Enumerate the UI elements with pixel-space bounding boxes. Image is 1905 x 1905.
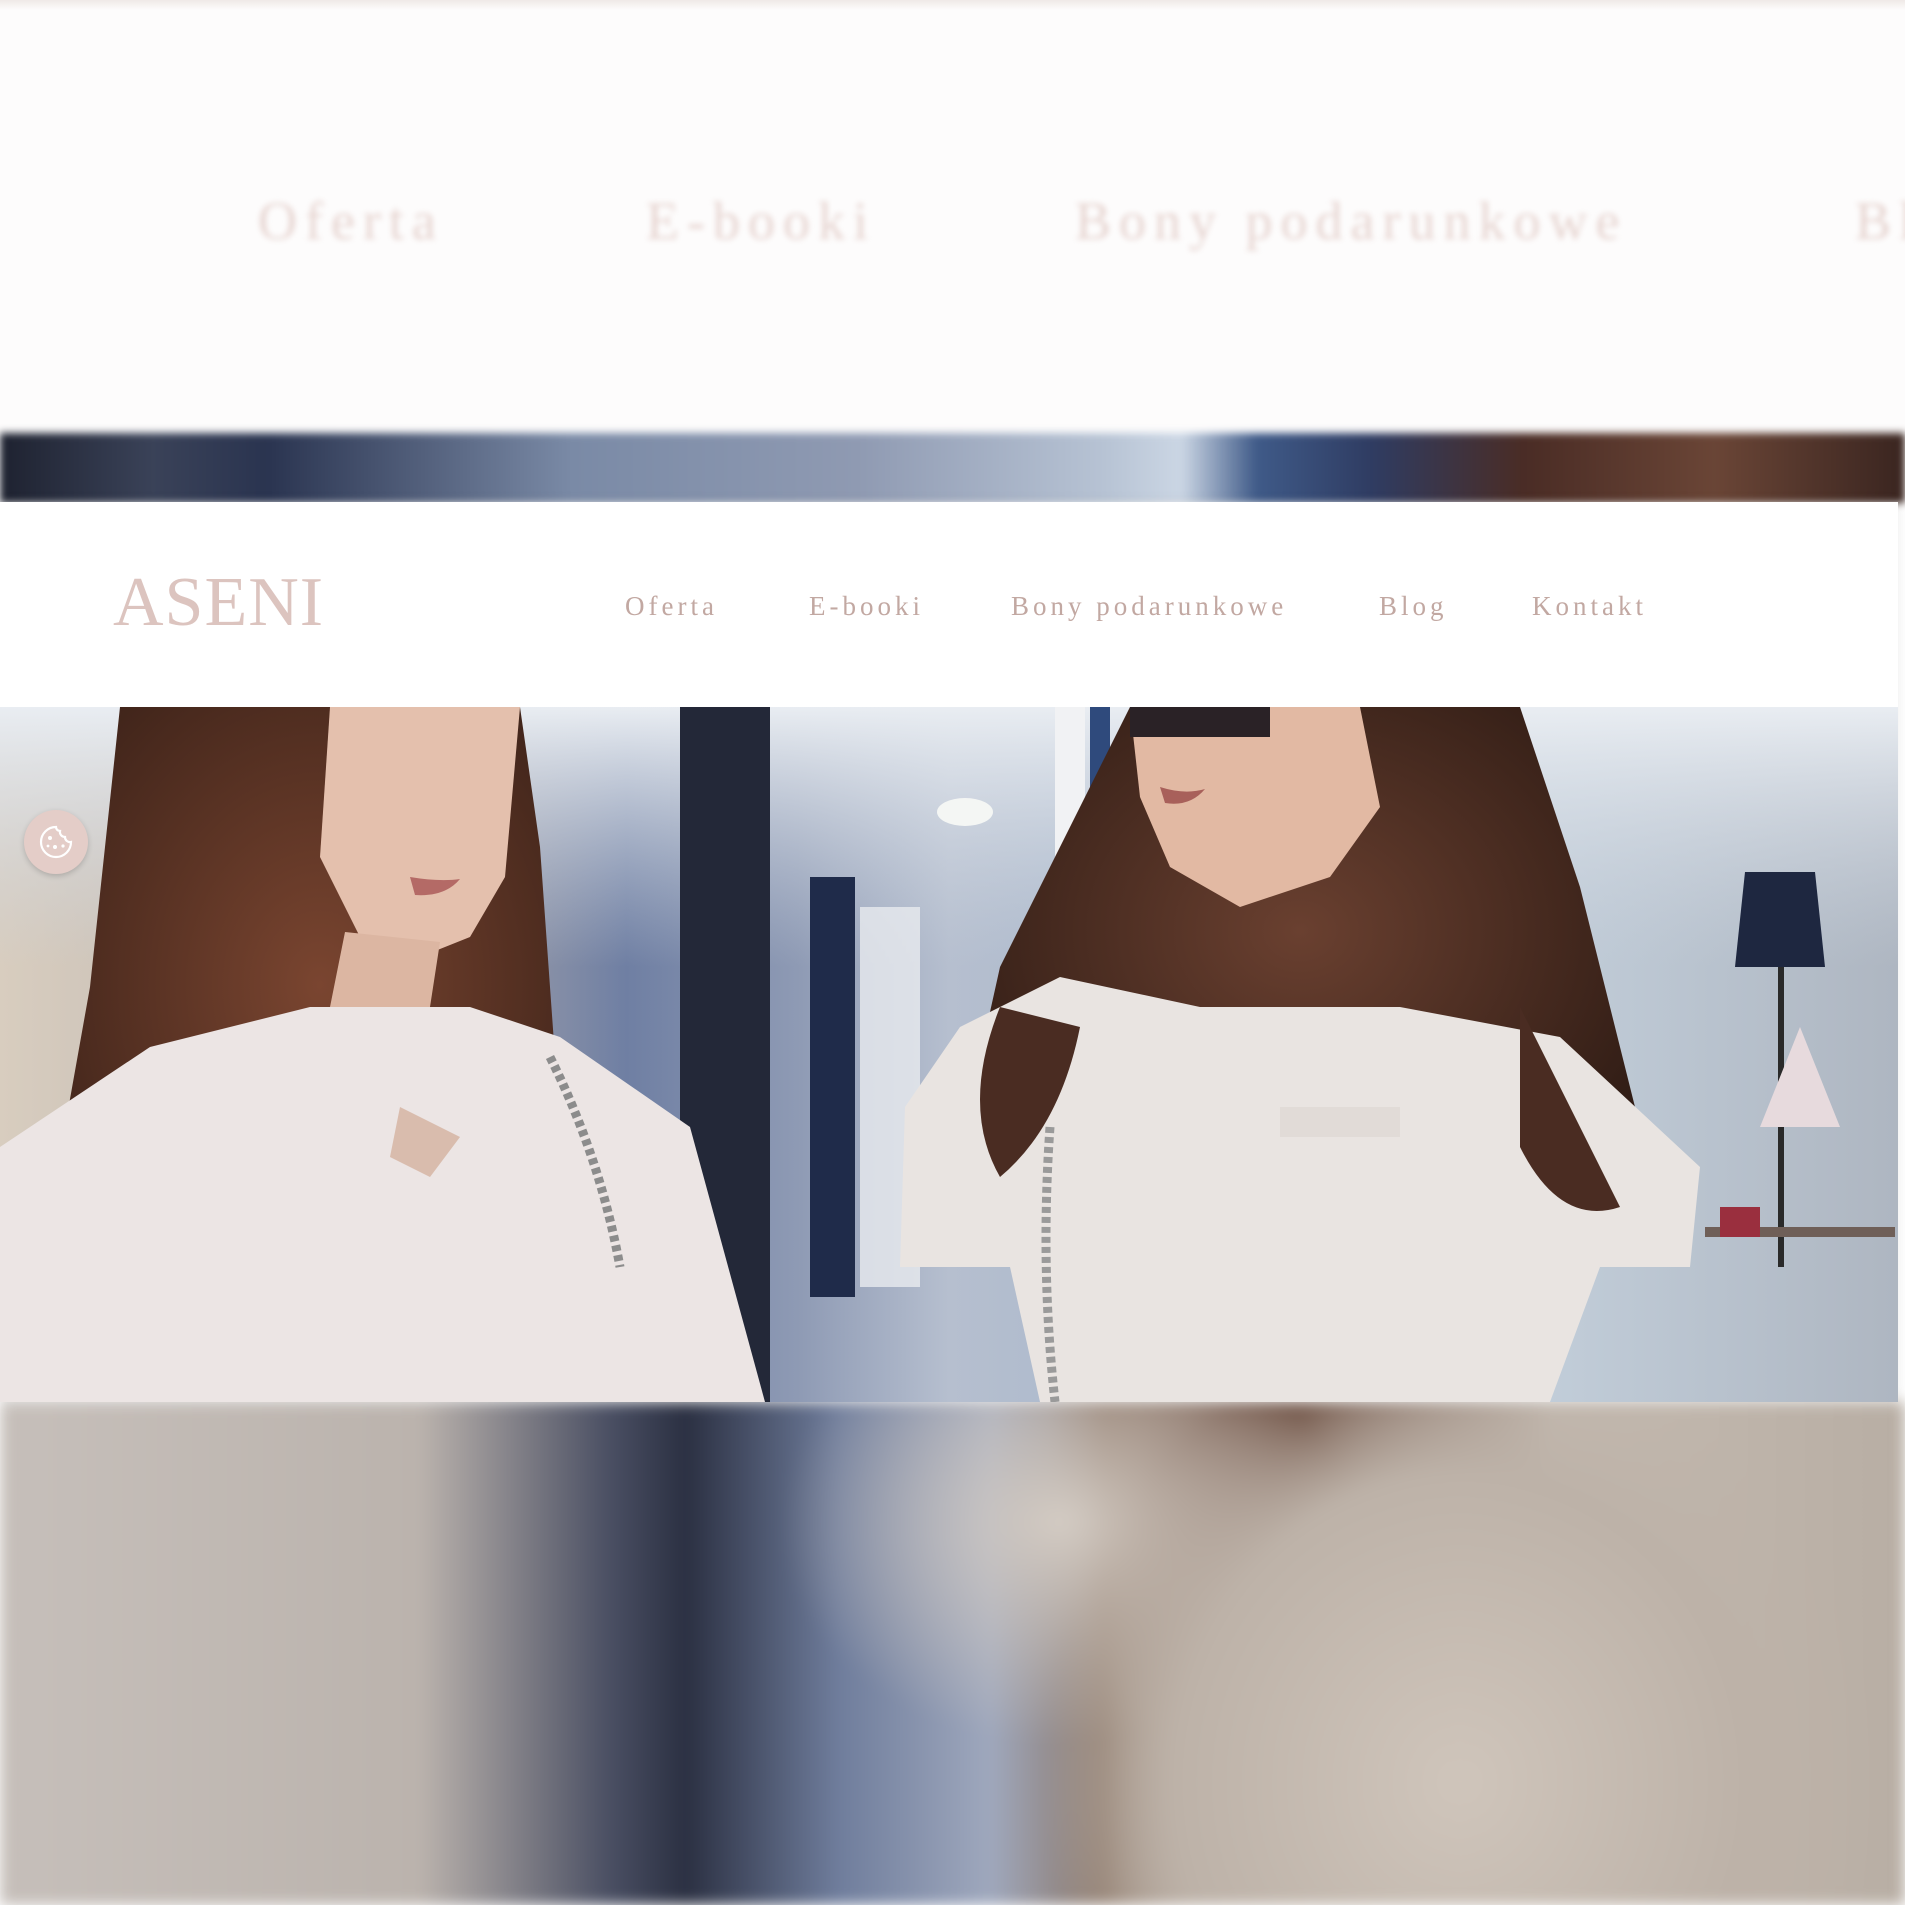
hero-image bbox=[0, 707, 1898, 1402]
background-blurred-photo-top bbox=[0, 433, 1905, 503]
background-blurred-nav: Oferta E-booki Bony podarunkowe Bl bbox=[0, 190, 1905, 270]
background-nav-item-oferta: Oferta bbox=[258, 191, 444, 251]
background-nav-item-blog: Bl bbox=[1855, 191, 1905, 251]
nav-item-oferta[interactable]: Oferta bbox=[625, 590, 718, 622]
background-nav-item-bony: Bony podarunkowe bbox=[1075, 191, 1628, 251]
site-header: ASENI Oferta E-booki Bony podarunkowe Bl… bbox=[0, 502, 1898, 707]
background-nav-item-ebooki: E-booki bbox=[646, 191, 876, 251]
background-blurred-header: Oferta E-booki Bony podarunkowe Bl bbox=[0, 0, 1905, 433]
website-frame: ASENI Oferta E-booki Bony podarunkowe Bl… bbox=[0, 502, 1898, 1402]
nav-item-bony-podarunkowe[interactable]: Bony podarunkowe bbox=[1011, 590, 1287, 622]
cookie-settings-button[interactable] bbox=[24, 810, 88, 874]
cookie-icon bbox=[39, 825, 73, 859]
nav-item-ebooki[interactable]: E-booki bbox=[809, 590, 924, 622]
background-top-strip bbox=[0, 0, 1905, 10]
hero-photo-illustration bbox=[0, 707, 1898, 1402]
background-blurred-photo-bottom bbox=[0, 1402, 1905, 1905]
main-nav: Oferta E-booki Bony podarunkowe Blog Kon… bbox=[0, 590, 1898, 630]
nav-item-kontakt[interactable]: Kontakt bbox=[1532, 590, 1647, 622]
nav-item-blog[interactable]: Blog bbox=[1379, 590, 1448, 622]
